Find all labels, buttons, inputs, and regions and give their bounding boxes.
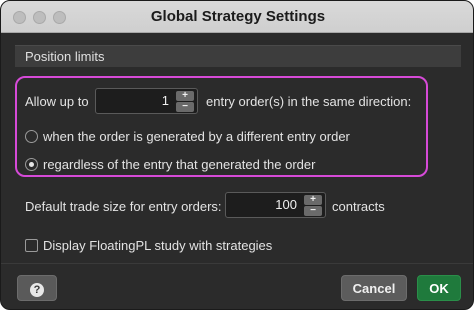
radio-different-entry-order-label[interactable]: when the order is generated by a differe… — [43, 129, 350, 144]
trade-size-stepper[interactable]: 100 + − — [225, 192, 326, 218]
help-button[interactable]: ? — [17, 275, 57, 301]
radio-regardless-of-entry-label[interactable]: regardless of the entry that generated t… — [43, 157, 315, 172]
minus-icon[interactable]: − — [304, 206, 322, 216]
floating-pl-label[interactable]: Display FloatingPL study with strategies — [43, 238, 272, 253]
dialog-window: Global Strategy Settings Position limits… — [0, 0, 474, 310]
trade-size-value[interactable]: 100 — [275, 193, 297, 217]
plus-icon[interactable]: + — [176, 91, 194, 101]
entry-orders-value[interactable]: 1 — [162, 89, 169, 113]
radio-different-entry-order[interactable] — [25, 130, 38, 143]
radio-regardless-of-entry[interactable] — [25, 158, 38, 171]
entry-orders-suffix: entry order(s) in the same direction: — [206, 94, 412, 109]
plus-icon[interactable]: + — [304, 195, 322, 205]
window-title: Global Strategy Settings — [150, 8, 326, 25]
trade-size-label: Default trade size for entry orders: — [25, 199, 222, 214]
allow-up-to-label: Allow up to — [25, 94, 89, 109]
title-bar: Global Strategy Settings — [1, 1, 473, 33]
question-icon: ? — [30, 283, 44, 297]
floating-pl-checkbox[interactable] — [25, 239, 38, 252]
entry-orders-stepper[interactable]: 1 + − — [95, 88, 198, 114]
minus-icon[interactable]: − — [176, 102, 194, 112]
cancel-button[interactable]: Cancel — [341, 275, 407, 301]
section-header-position-limits: Position limits — [15, 45, 461, 67]
ok-button[interactable]: OK — [417, 275, 461, 301]
trade-size-unit: contracts — [332, 199, 385, 214]
